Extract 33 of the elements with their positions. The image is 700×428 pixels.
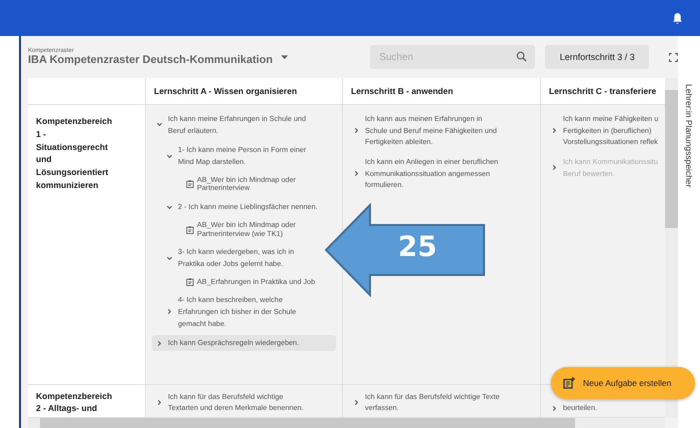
row-header: Kompetenzbereich 2 - Alltags- und [28, 385, 145, 418]
horizontal-scrollbar[interactable] [28, 418, 665, 428]
chevron-down-icon [156, 121, 163, 128]
chevron-right-icon [156, 398, 163, 406]
column-header: Lernschritt A - Wissen organisieren [145, 78, 342, 105]
chevron-down-icon [166, 254, 173, 262]
annotation-number: 25 [398, 230, 437, 263]
fullscreen-icon[interactable] [669, 52, 678, 62]
clipboard-icon [186, 278, 194, 286]
side-panel-tab[interactable]: Lehrer:in Planungsspeicher [684, 84, 694, 188]
chevron-right-icon [551, 404, 558, 412]
dropdown-caret-icon[interactable] [280, 55, 288, 60]
chevron-down-icon [166, 204, 173, 211]
add-note-icon [563, 377, 575, 389]
clipboard-icon [186, 226, 194, 234]
bell-icon[interactable] [671, 12, 684, 24]
search-field[interactable]: Suchen [370, 45, 536, 69]
search-icon [516, 51, 528, 62]
column-header: Lernschritt B - anwenden [342, 78, 540, 105]
chevron-right-icon [551, 127, 558, 134]
chevron-right-icon [551, 164, 558, 172]
row-header: Kompetenzbereich 1 - Situationsgerecht und Lösungsorientiert kommunizieren [28, 105, 145, 385]
new-task-button[interactable]: Neue Aufgabe erstellen [551, 367, 695, 399]
clipboard-icon [186, 180, 194, 188]
chevron-right-icon [156, 340, 163, 347]
chevron-right-icon [353, 398, 360, 406]
chevron-right-icon [166, 308, 173, 316]
grid-title: IBA Kompetenzraster Deutsch-Kommunikation [28, 54, 273, 66]
column-header: Lernschritt C - transferiere [540, 78, 665, 105]
progress-button[interactable]: Lernfortschritt 3 / 3 [545, 45, 650, 69]
chevron-down-icon [166, 152, 173, 160]
chevron-right-icon [353, 127, 360, 134]
chevron-right-icon [353, 170, 360, 178]
